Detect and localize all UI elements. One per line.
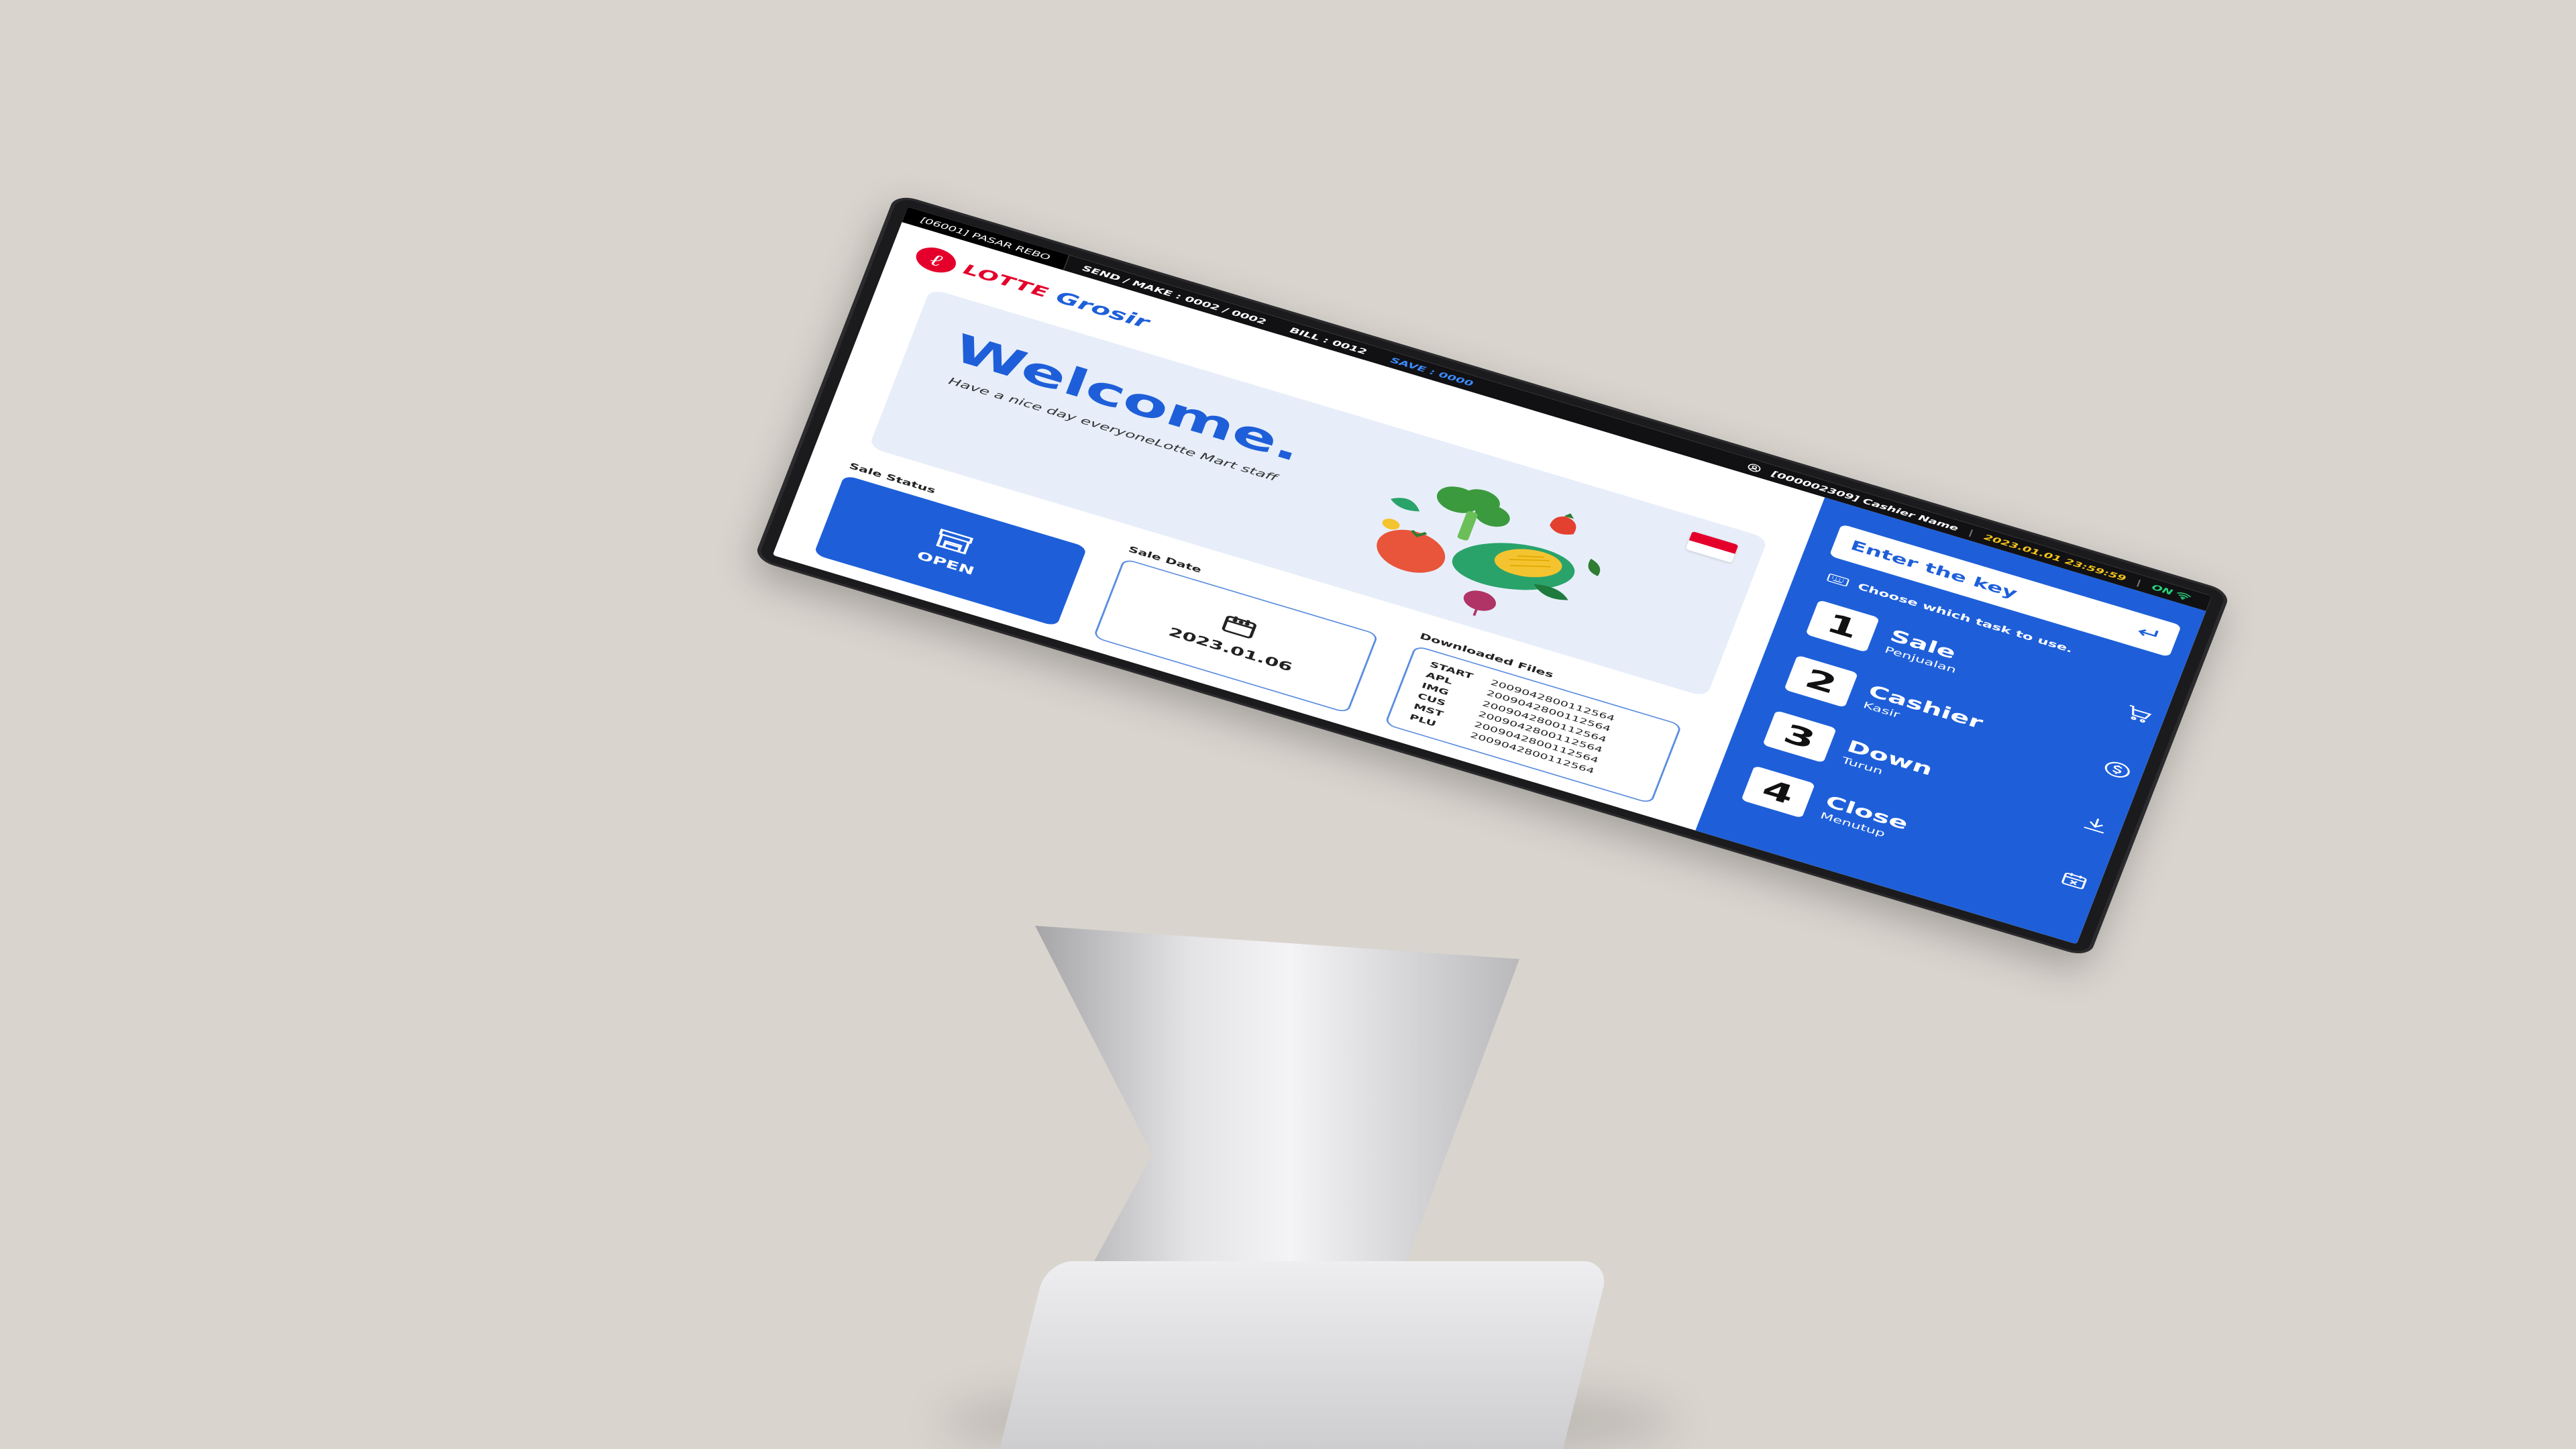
keyboard-icon	[1827, 574, 1849, 587]
cart-icon	[2129, 704, 2152, 723]
home-panel: ℓ LOTTE Grosir Welcome. Have a nice day …	[772, 222, 1825, 830]
connection-label: ON	[2150, 582, 2174, 597]
download-icon	[2084, 818, 2104, 834]
separator: |	[1967, 527, 1976, 538]
separator: |	[2135, 578, 2143, 588]
monitor: [06001] PASAR REBO SEND / MAKE : 0002 / …	[0, 0, 2576, 1449]
vegetables-illustration	[1377, 486, 1601, 616]
task-number: 4	[1741, 765, 1815, 818]
task-number: 2	[1784, 655, 1858, 708]
dollar-icon	[2104, 761, 2130, 778]
lotte-logo-mark: ℓ	[912, 243, 960, 277]
user-icon	[1748, 464, 1761, 472]
task-number: 1	[1805, 600, 1880, 653]
indonesia-flag-icon[interactable]	[1685, 531, 1739, 564]
store-icon	[936, 528, 974, 555]
calendar-close-icon	[2061, 872, 2087, 890]
task-number: 3	[1762, 710, 1837, 763]
monitor-bezel: [06001] PASAR REBO SEND / MAKE : 0002 / …	[753, 193, 2231, 958]
logo-lotte-text: LOTTE	[961, 260, 1051, 301]
logo-grosir-text: Grosir	[1053, 287, 1152, 333]
calendar-icon	[1222, 616, 1256, 639]
pos-screen: [06001] PASAR REBO SEND / MAKE : 0002 / …	[772, 207, 2212, 945]
wifi-icon	[2177, 592, 2191, 600]
enter-icon[interactable]	[2133, 623, 2162, 642]
